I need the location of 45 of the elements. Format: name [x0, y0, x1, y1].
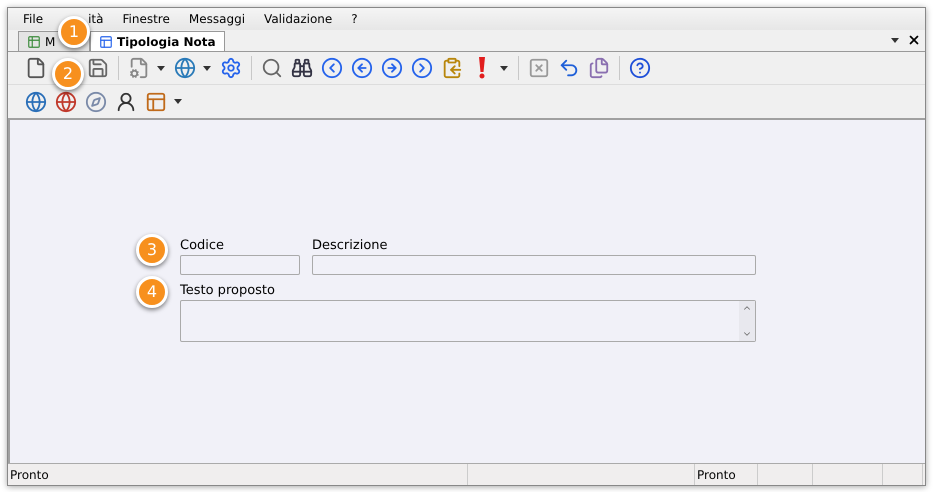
- layout-icon: [145, 90, 167, 112]
- field-label: Codice: [180, 238, 226, 253]
- tab-list-caret-icon[interactable]: [891, 38, 899, 42]
- status-text: Pronto: [697, 466, 736, 484]
- close-icon[interactable]: [907, 33, 921, 47]
- last-record-icon: [411, 57, 433, 79]
- menu-item[interactable]: Validazione: [264, 10, 332, 28]
- clipboard-icon: [441, 57, 463, 79]
- caret-icon[interactable]: [500, 66, 508, 70]
- document-tab[interactable]: Tipologia Nota: [90, 31, 225, 51]
- caret-icon[interactable]: [157, 66, 165, 70]
- next-record-icon: [381, 57, 403, 79]
- code-field[interactable]: [180, 255, 300, 275]
- previous-record-icon: [351, 57, 373, 79]
- undo-icon: [558, 57, 580, 79]
- caret-icon[interactable]: [203, 66, 211, 70]
- globe-grid-icon: [25, 90, 47, 112]
- menu-item[interactable]: Finestre: [122, 10, 170, 28]
- user-icon: [115, 90, 137, 112]
- new-document-icon: [25, 57, 47, 79]
- menu-item[interactable]: File: [23, 10, 44, 28]
- menu-item[interactable]: ità: [88, 10, 104, 28]
- caret-icon[interactable]: [174, 99, 182, 104]
- globe-icon: [174, 57, 196, 79]
- exclamation-icon: [478, 57, 486, 79]
- document-gear-icon: [128, 57, 150, 79]
- menu-item[interactable]: ?: [351, 10, 358, 28]
- field-label: Descrizione: [312, 238, 389, 253]
- first-record-icon: [321, 57, 343, 79]
- globe-grid-send-icon: [55, 90, 77, 112]
- cancel-icon: [528, 57, 550, 79]
- field-label: Testo proposto: [180, 283, 276, 298]
- status-text: Pronto: [10, 466, 49, 484]
- pages-icon: [588, 57, 610, 79]
- table-icon: [27, 34, 41, 48]
- compass-icon: [85, 90, 107, 112]
- binoculars-icon: [291, 57, 313, 79]
- menu-item[interactable]: Messaggi: [188, 10, 246, 28]
- scrollbar[interactable]: [739, 301, 755, 341]
- save-icon: [87, 57, 109, 79]
- settings-icon: [220, 57, 242, 79]
- description-field[interactable]: [312, 255, 756, 275]
- help-icon: [629, 57, 651, 79]
- search-icon: [261, 57, 283, 79]
- form-icon: [99, 34, 113, 48]
